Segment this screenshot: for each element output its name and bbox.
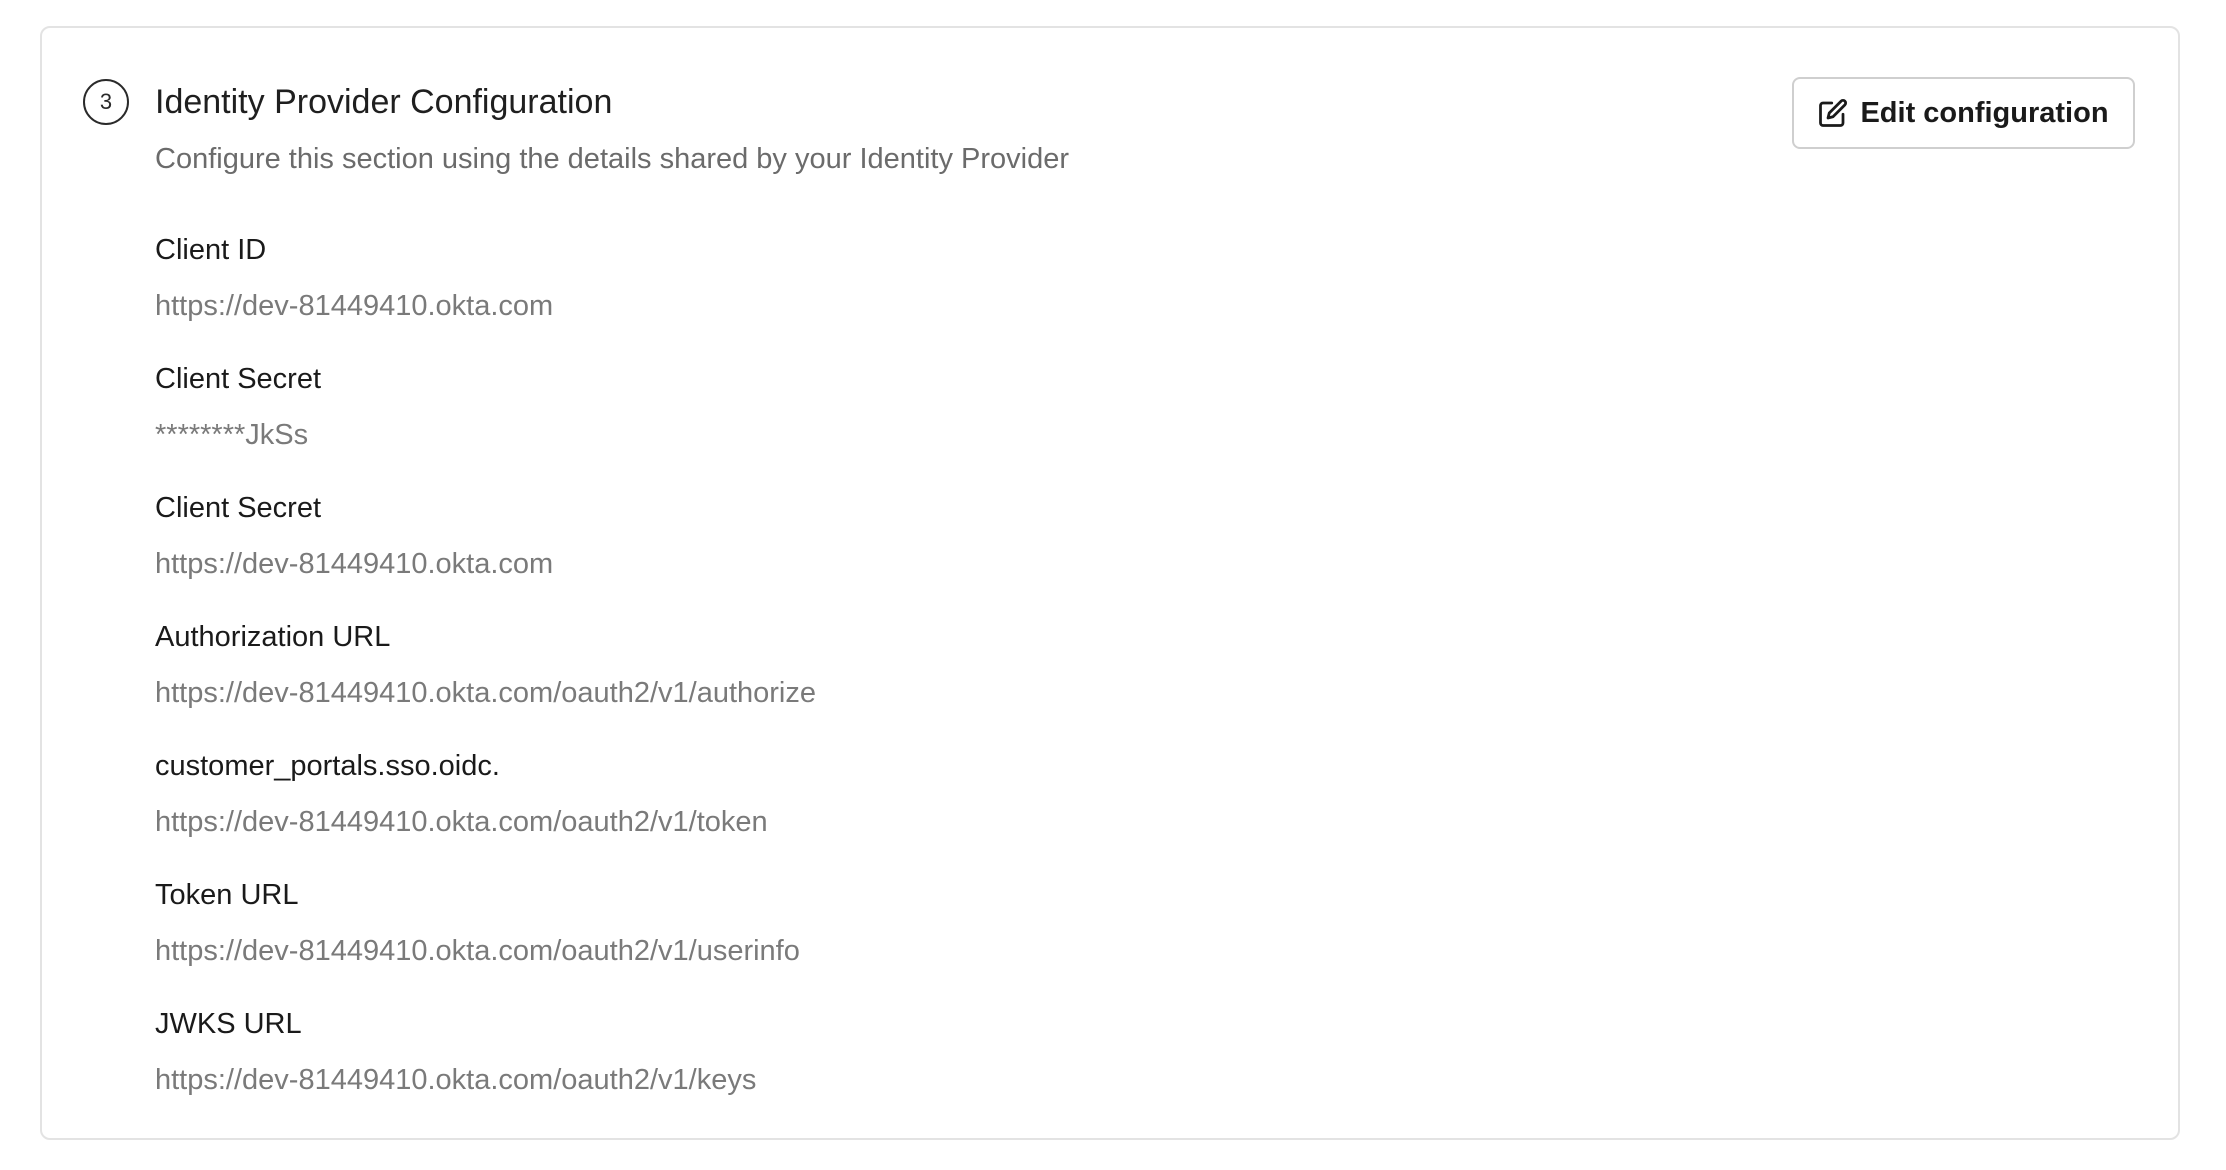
edit-configuration-label: Edit configuration — [1860, 96, 2109, 129]
field-label: Authorization URL — [155, 621, 391, 653]
configuration-fields: Client ID https://dev-81449410.okta.com … — [155, 230, 1955, 1133]
idp-configuration-card: 3 Identity Provider Configuration Config… — [40, 26, 2180, 1140]
edit-configuration-button[interactable]: Edit configuration — [1792, 77, 2135, 149]
field-label: Client ID — [155, 234, 267, 266]
field-value: https://dev-81449410.okta.com/oauth2/v1/… — [155, 806, 768, 838]
field-label: Token URL — [155, 879, 299, 911]
section-title: Identity Provider Configuration — [155, 83, 613, 121]
field-label: customer_portals.sso.oidc. — [155, 750, 500, 782]
field-label: Client Secret — [155, 363, 322, 395]
step-number-badge: 3 — [83, 79, 129, 125]
field-token-url: Token URL https://dev-81449410.okta.com/… — [155, 875, 1955, 1004]
field-value: https://dev-81449410.okta.com/oauth2/v1/… — [155, 1064, 757, 1096]
field-oidc-token: customer_portals.sso.oidc. https://dev-8… — [155, 746, 1955, 875]
field-value: https://dev-81449410.okta.com — [155, 548, 554, 580]
section-subtitle: Configure this section using the details… — [155, 143, 1069, 175]
field-client-id: Client ID https://dev-81449410.okta.com — [155, 230, 1955, 359]
field-value: ********JkSs — [155, 419, 309, 451]
field-client-secret-url: Client Secret https://dev-81449410.okta.… — [155, 488, 1955, 617]
field-value: https://dev-81449410.okta.com — [155, 290, 554, 322]
field-label: JWKS URL — [155, 1008, 302, 1040]
edit-icon — [1818, 98, 1848, 128]
field-jwks-url: JWKS URL https://dev-81449410.okta.com/o… — [155, 1004, 1955, 1133]
field-value: https://dev-81449410.okta.com/oauth2/v1/… — [155, 935, 800, 967]
field-client-secret: Client Secret ********JkSs — [155, 359, 1955, 488]
field-label: Client Secret — [155, 492, 322, 524]
field-authorization-url: Authorization URL https://dev-81449410.o… — [155, 617, 1955, 746]
field-value: https://dev-81449410.okta.com/oauth2/v1/… — [155, 677, 816, 709]
